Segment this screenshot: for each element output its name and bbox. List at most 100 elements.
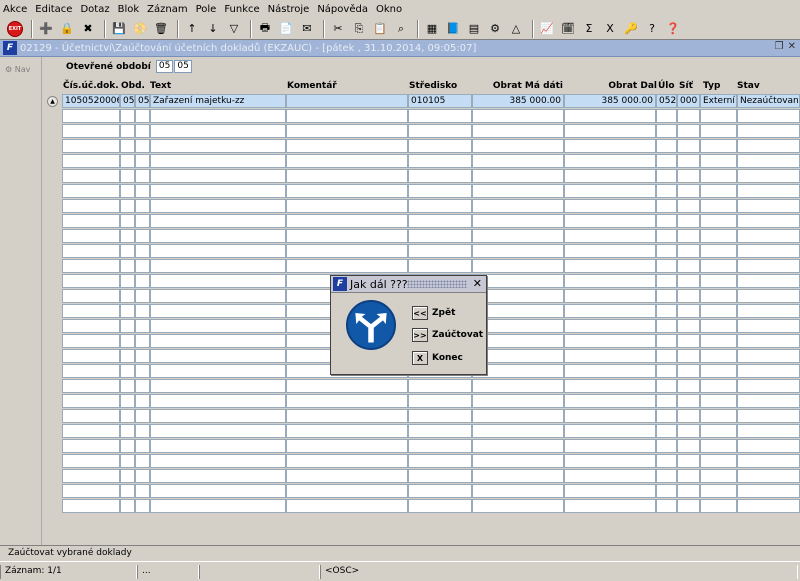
cell-ulo[interactable]: [656, 259, 677, 273]
grid-icon[interactable]: ▤: [465, 20, 483, 38]
cell-credit[interactable]: [564, 394, 656, 408]
cell-obd1[interactable]: [120, 139, 135, 153]
cell-obd1[interactable]: [120, 379, 135, 393]
cell-state[interactable]: [737, 184, 800, 198]
cell-sit[interactable]: [677, 304, 700, 318]
cell-text[interactable]: [150, 124, 286, 138]
cell-text[interactable]: [150, 469, 286, 483]
cell-credit[interactable]: [564, 469, 656, 483]
cell-sit[interactable]: [677, 469, 700, 483]
cell-state[interactable]: [737, 169, 800, 183]
cell-state[interactable]: [737, 319, 800, 333]
cell-obd2[interactable]: [135, 469, 150, 483]
cell-ulo[interactable]: [656, 349, 677, 363]
cell-debit[interactable]: [472, 229, 564, 243]
cell-center[interactable]: [408, 139, 472, 153]
cell-sit[interactable]: [677, 199, 700, 213]
cell-obd2[interactable]: [135, 394, 150, 408]
copy-icon[interactable]: ⎘: [350, 20, 368, 38]
cell-doc[interactable]: [62, 439, 120, 453]
cell-obd2[interactable]: [135, 439, 150, 453]
cell-comment[interactable]: [286, 439, 408, 453]
cell-text[interactable]: [150, 379, 286, 393]
cell-state[interactable]: [737, 499, 800, 513]
cell-debit[interactable]: [472, 424, 564, 438]
cell-text[interactable]: [150, 499, 286, 513]
dialog-option-0[interactable]: << Zpět: [412, 306, 455, 320]
cell-credit[interactable]: [564, 304, 656, 318]
cell-text[interactable]: [150, 394, 286, 408]
cell-comment[interactable]: [286, 199, 408, 213]
cell-ulo[interactable]: [656, 274, 677, 288]
cell-center[interactable]: [408, 484, 472, 498]
cell-obd1[interactable]: [120, 319, 135, 333]
cell-state[interactable]: [737, 199, 800, 213]
cell-doc[interactable]: [62, 109, 120, 123]
cell-credit[interactable]: [564, 244, 656, 258]
cell-doc[interactable]: [62, 469, 120, 483]
cell-sit[interactable]: [677, 154, 700, 168]
cell-obd1[interactable]: [120, 349, 135, 363]
cell-obd1[interactable]: [120, 289, 135, 303]
cell-type[interactable]: [700, 409, 737, 423]
cell-text[interactable]: [150, 109, 286, 123]
cell-doc[interactable]: [62, 229, 120, 243]
dialog-button[interactable]: >>: [412, 328, 428, 342]
cell-obd2[interactable]: [135, 259, 150, 273]
nav-panel[interactable]: ⚙ Nav: [0, 57, 42, 545]
menu-item-5[interactable]: Pole: [196, 4, 217, 15]
cell-type[interactable]: [700, 469, 737, 483]
cell-doc[interactable]: [62, 349, 120, 363]
cell-obd1[interactable]: [120, 109, 135, 123]
cell-credit[interactable]: [564, 169, 656, 183]
menu-item-3[interactable]: Blok: [118, 4, 140, 15]
cell-debit[interactable]: [472, 409, 564, 423]
sort-asc-icon[interactable]: ↑: [183, 20, 201, 38]
cell-debit[interactable]: [472, 484, 564, 498]
dictionary-icon[interactable]: 📘: [444, 20, 462, 38]
cell-center[interactable]: [408, 409, 472, 423]
cell-type[interactable]: [700, 364, 737, 378]
cell-text[interactable]: [150, 229, 286, 243]
cell-obd1[interactable]: [120, 409, 135, 423]
cell-text[interactable]: [150, 304, 286, 318]
cell-credit[interactable]: [564, 289, 656, 303]
cell-ulo[interactable]: [656, 484, 677, 498]
cell-doc[interactable]: [62, 379, 120, 393]
cell-sit[interactable]: [677, 139, 700, 153]
cell-text[interactable]: [150, 289, 286, 303]
cell-obd1[interactable]: [120, 259, 135, 273]
cell-doc[interactable]: [62, 244, 120, 258]
cell-doc[interactable]: [62, 304, 120, 318]
restore-window-icon[interactable]: ❐: [775, 41, 784, 52]
cell-obd1[interactable]: 05: [120, 94, 135, 108]
cell-doc[interactable]: [62, 484, 120, 498]
cell-type[interactable]: [700, 424, 737, 438]
cell-comment[interactable]: [286, 484, 408, 498]
cell-sit[interactable]: [677, 259, 700, 273]
cell-doc[interactable]: [62, 409, 120, 423]
cell-sit[interactable]: [677, 334, 700, 348]
cell-obd1[interactable]: [120, 304, 135, 318]
filter-icon[interactable]: ▽: [225, 20, 243, 38]
cell-obd1[interactable]: [120, 424, 135, 438]
cell-ulo[interactable]: [656, 469, 677, 483]
cell-obd2[interactable]: [135, 349, 150, 363]
cell-comment[interactable]: [286, 169, 408, 183]
dialog-button[interactable]: <<: [412, 306, 428, 320]
cell-debit[interactable]: [472, 214, 564, 228]
cell-ulo[interactable]: [656, 304, 677, 318]
cell-debit[interactable]: [472, 139, 564, 153]
exit-button[interactable]: EXIT: [6, 20, 24, 38]
cell-credit[interactable]: [564, 229, 656, 243]
cell-state[interactable]: [737, 409, 800, 423]
find-icon[interactable]: ⌕: [392, 20, 410, 38]
cell-doc[interactable]: [62, 259, 120, 273]
cell-sit[interactable]: [677, 439, 700, 453]
cell-debit[interactable]: [472, 379, 564, 393]
cell-state[interactable]: Nezaúčtovaný: [737, 94, 800, 108]
cell-obd1[interactable]: [120, 439, 135, 453]
cell-obd2[interactable]: [135, 169, 150, 183]
cell-type[interactable]: [700, 439, 737, 453]
cell-type[interactable]: [700, 139, 737, 153]
